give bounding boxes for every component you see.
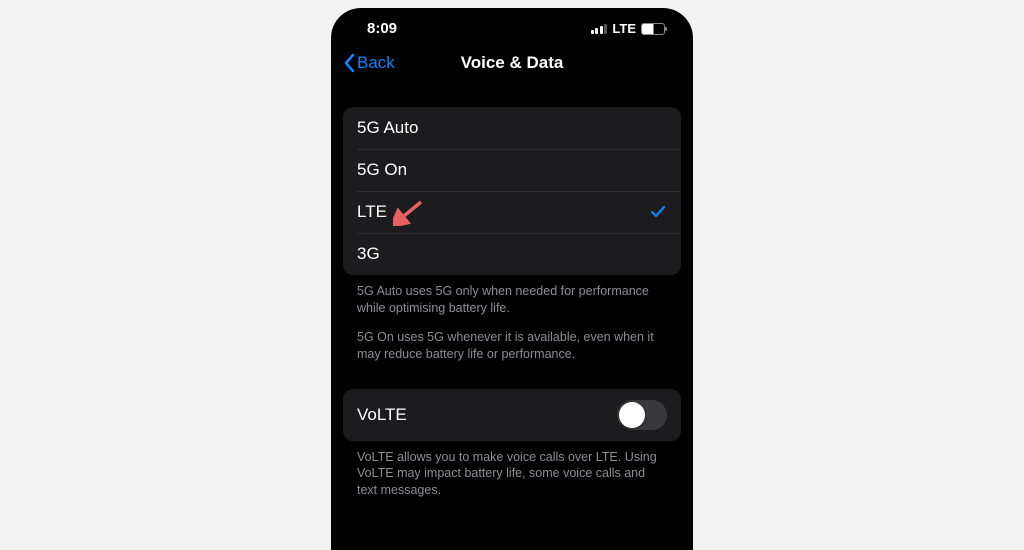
- status-time: 8:09: [359, 20, 397, 37]
- chevron-left-icon: [343, 53, 355, 73]
- option-label: 5G Auto: [357, 118, 418, 138]
- annotation-arrow-icon: [393, 200, 425, 226]
- toggle-knob: [619, 402, 645, 428]
- checkmark-icon: [649, 203, 667, 221]
- option-label: 5G On: [357, 160, 407, 180]
- network-label: LTE: [612, 21, 636, 36]
- network-options-group: 5G Auto 5G On LTE: [343, 107, 681, 275]
- volte-footer: VoLTE allows you to make voice calls ove…: [343, 441, 681, 508]
- network-options-footer: 5G Auto uses 5G only when needed for per…: [343, 275, 681, 371]
- nav-bar: Back Voice & Data: [331, 45, 693, 89]
- content-area: 5G Auto 5G On LTE: [331, 107, 693, 507]
- volte-row[interactable]: VoLTE: [343, 389, 681, 441]
- volte-footer-text: VoLTE allows you to make voice calls ove…: [357, 449, 667, 500]
- phone-frame: 8:09 LTE 53 Back Voice & Data 5G Auto 5G: [331, 8, 693, 550]
- option-3g[interactable]: 3G: [343, 233, 681, 275]
- volte-label: VoLTE: [357, 405, 407, 425]
- status-bar: 8:09 LTE 53: [331, 8, 693, 45]
- option-label: 3G: [357, 244, 380, 264]
- volte-group: VoLTE: [343, 389, 681, 441]
- option-label: LTE: [357, 202, 387, 222]
- battery-icon: 53: [641, 23, 665, 35]
- status-indicators: LTE 53: [591, 21, 665, 36]
- option-5g-on[interactable]: 5G On: [343, 149, 681, 191]
- back-button[interactable]: Back: [343, 53, 395, 73]
- signal-icon: [591, 24, 608, 34]
- volte-toggle[interactable]: [617, 400, 667, 430]
- battery-level: 53: [648, 24, 658, 34]
- back-label: Back: [357, 53, 395, 73]
- footer-text-1: 5G Auto uses 5G only when needed for per…: [357, 283, 667, 317]
- page-title: Voice & Data: [461, 53, 564, 73]
- footer-text-2: 5G On uses 5G whenever it is available, …: [357, 329, 667, 363]
- option-5g-auto[interactable]: 5G Auto: [343, 107, 681, 149]
- option-lte[interactable]: LTE: [343, 191, 681, 233]
